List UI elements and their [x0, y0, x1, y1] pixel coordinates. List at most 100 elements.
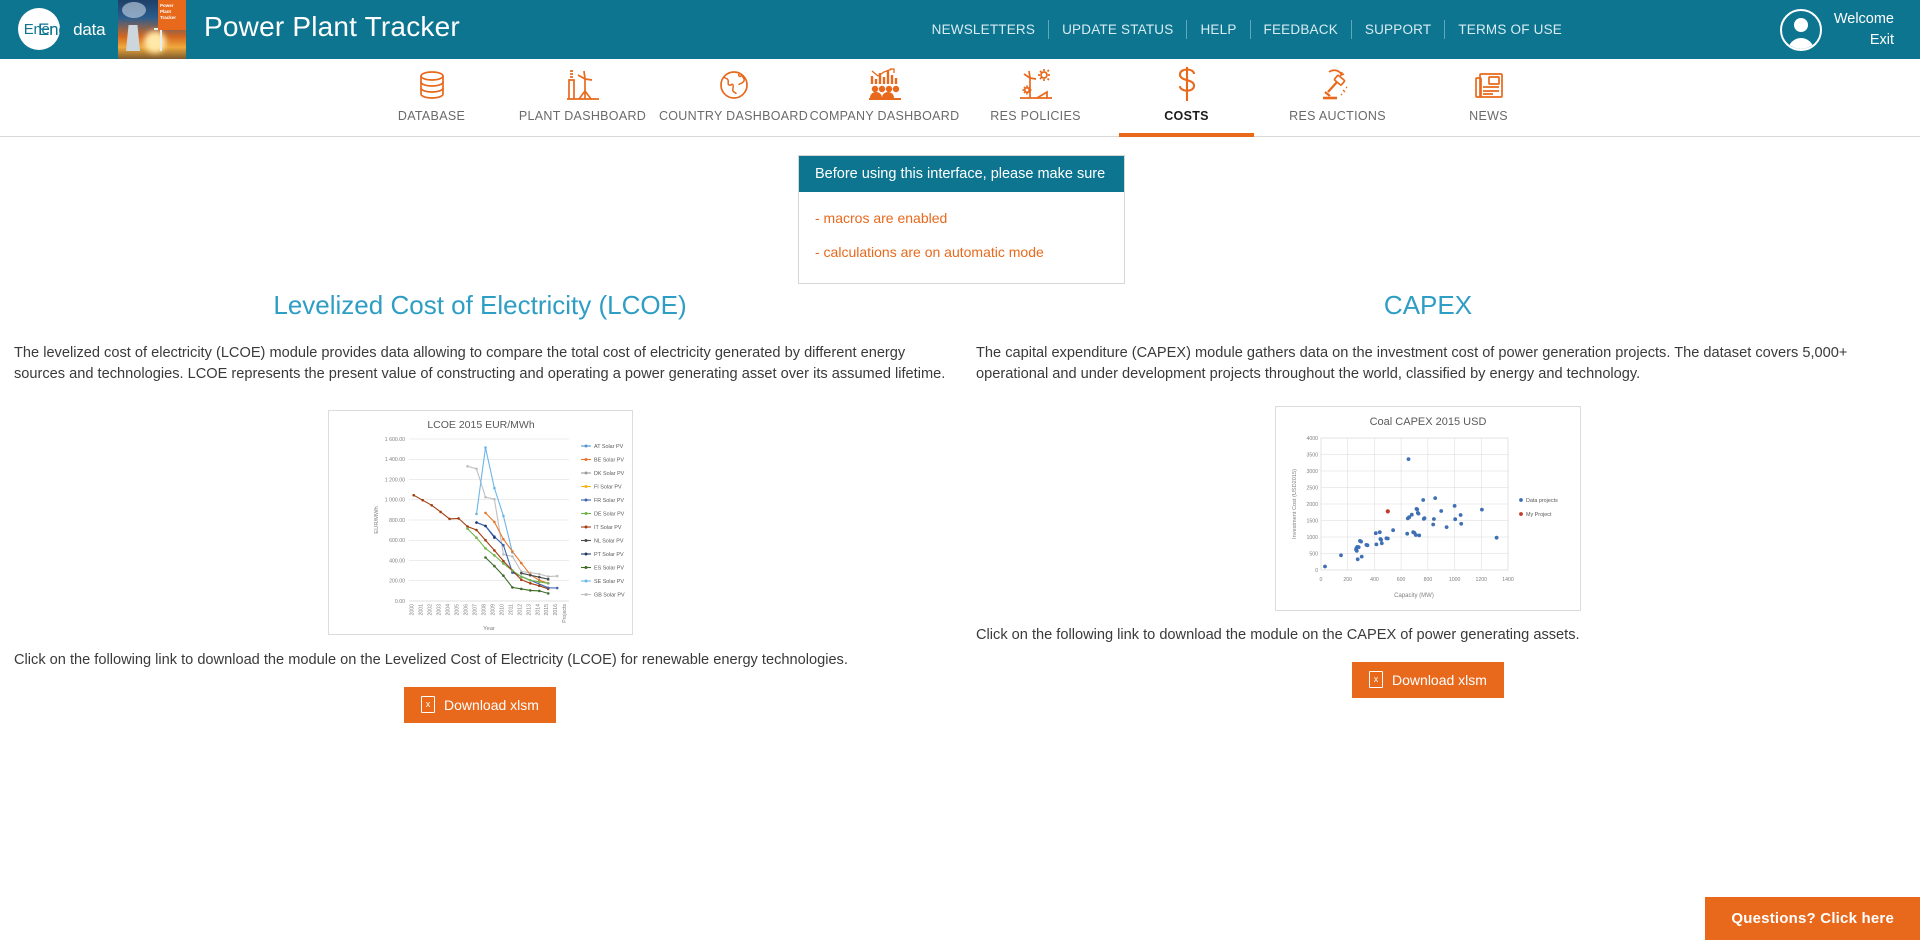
svg-text:800.00: 800.00: [389, 518, 405, 524]
xlsm-file-icon: x: [421, 696, 436, 713]
svg-text:DE Solar PV: DE Solar PV: [594, 512, 625, 518]
header-link-update-status[interactable]: UPDATE STATUS: [1049, 22, 1186, 37]
capex-chart: Coal CAPEX 2015 USD 4000 3500 3000 2500 …: [1275, 406, 1581, 611]
enerdata-logo-circle[interactable]: Ener: [18, 8, 60, 50]
svg-text:NL Solar PV: NL Solar PV: [594, 539, 624, 545]
exit-link[interactable]: Exit: [1870, 30, 1894, 51]
database-icon: [415, 64, 449, 102]
header-link-newsletters[interactable]: NEWSLETTERS: [919, 22, 1048, 37]
notice-body: - macros are enabled - calculations are …: [799, 192, 1124, 283]
notice-line-macros: - macros are enabled: [815, 210, 948, 226]
modules-area: Levelized Cost of Electricity (LCOE) The…: [0, 290, 1920, 723]
lcoe-download-button[interactable]: x Download xlsm: [404, 687, 556, 723]
svg-text:1000: 1000: [1449, 577, 1461, 583]
svg-text:Coal CAPEX 2015 USD: Coal CAPEX 2015 USD: [1370, 416, 1487, 428]
nav-label-news: NEWS: [1469, 109, 1508, 123]
svg-text:2004: 2004: [445, 604, 451, 616]
svg-text:1000: 1000: [1306, 535, 1318, 541]
thumbnail-badge: Power Plant Tracker: [158, 0, 186, 30]
nav-label-plant-dashboard: PLANT DASHBOARD: [518, 109, 647, 123]
nav-label-company-dashboard: COMPANY DASHBOARD: [809, 109, 960, 123]
svg-text:Year: Year: [483, 626, 495, 632]
svg-text:My Project: My Project: [1526, 512, 1552, 518]
svg-text:GB Solar PV: GB Solar PV: [594, 593, 625, 599]
capex-description: The capital expenditure (CAPEX) module g…: [976, 345, 1848, 382]
svg-text:400: 400: [1370, 577, 1379, 583]
nav-item-company-dashboard[interactable]: COMPANY DASHBOARD: [809, 59, 960, 137]
svg-text:2002: 2002: [427, 604, 433, 616]
svg-text:EUR/MWh: EUR/MWh: [374, 506, 380, 533]
svg-text:2006: 2006: [463, 604, 469, 616]
capex-download-label: Download xlsm: [1392, 671, 1487, 688]
svg-text:Capacity (MW): Capacity (MW): [1394, 593, 1434, 599]
svg-text:2013: 2013: [526, 604, 532, 616]
svg-text:1 200.00: 1 200.00: [384, 478, 404, 484]
logo-circle-text: Ener: [23, 20, 55, 38]
svg-text:2010: 2010: [499, 604, 505, 616]
svg-text:1 600.00: 1 600.00: [384, 437, 404, 443]
header-link-support[interactable]: SUPPORT: [1352, 22, 1444, 37]
svg-text:4000: 4000: [1306, 436, 1318, 442]
svg-text:600: 600: [1397, 577, 1406, 583]
nav-item-res-auctions[interactable]: RES AUCTIONS: [1262, 59, 1413, 137]
capex-caption: Click on the following link to download …: [976, 627, 1580, 643]
svg-text:ES Solar PV: ES Solar PV: [594, 566, 624, 572]
svg-text:PT Solar PV: PT Solar PV: [594, 552, 624, 558]
smoke-plume-shape: [122, 2, 146, 18]
app-title: Power Plant Tracker: [204, 11, 460, 42]
nav-item-news[interactable]: NEWS: [1413, 59, 1564, 137]
svg-text:2000: 2000: [409, 604, 415, 616]
svg-text:200.00: 200.00: [389, 579, 405, 585]
lcoe-download-label: Download xlsm: [444, 696, 539, 713]
sun-shape: [144, 31, 166, 53]
lcoe-chart: LCOE 2015 EUR/MWh 1 600.00 1 400.00 1 20…: [327, 410, 633, 635]
top-header-bar: Ener Enerdata Power Plant Tracker Power …: [0, 0, 1920, 59]
avatar-icon[interactable]: [1779, 8, 1822, 51]
avatar-head-shape: [1793, 17, 1808, 32]
wind-turbine-mast-shape: [160, 27, 162, 51]
svg-text:Investment Cost (USD2015): Investment Cost (USD2015): [1292, 469, 1298, 539]
svg-text:0: 0: [1315, 568, 1318, 574]
nav-item-plant-dashboard[interactable]: PLANT DASHBOARD: [507, 59, 658, 137]
welcome-block: Welcome Exit: [1834, 9, 1894, 51]
svg-text:AT Solar PV: AT Solar PV: [594, 444, 624, 450]
svg-text:2009: 2009: [490, 604, 496, 616]
svg-text:0: 0: [1320, 577, 1323, 583]
svg-text:500: 500: [1309, 552, 1318, 558]
svg-text:IT Solar PV: IT Solar PV: [594, 525, 622, 531]
plant-icon: [565, 64, 601, 102]
nav-label-costs: COSTS: [1164, 109, 1209, 123]
lcoe-caption: Click on the following link to download …: [14, 652, 848, 668]
capex-module: CAPEX The capital expenditure (CAPEX) mo…: [960, 290, 1920, 723]
nav-label-res-auctions: RES AUCTIONS: [1289, 109, 1386, 123]
header-link-terms-of-use[interactable]: TERMS OF USE: [1445, 22, 1575, 37]
svg-text:0.00: 0.00: [394, 599, 404, 605]
questions-button[interactable]: Questions? Click here: [1705, 897, 1920, 940]
welcome-label: Welcome: [1833, 10, 1894, 27]
capex-download-button[interactable]: x Download xlsm: [1352, 662, 1504, 698]
svg-text:2000: 2000: [1306, 502, 1318, 508]
nav-label-database: DATABASE: [397, 109, 466, 123]
svg-text:2001: 2001: [418, 604, 424, 616]
avatar-body-shape: [1787, 37, 1814, 49]
svg-text:FI Solar PV: FI Solar PV: [594, 485, 622, 491]
capex-title: CAPEX: [1383, 290, 1473, 320]
company-chart-icon: [867, 64, 903, 102]
renewables-icon: [1018, 64, 1054, 102]
logo-word-suffix: data: [73, 20, 106, 39]
svg-text:Data projects: Data projects: [1526, 498, 1558, 504]
nav-item-costs[interactable]: COSTS: [1111, 59, 1262, 137]
header-link-help[interactable]: HELP: [1187, 22, 1249, 37]
svg-text:3500: 3500: [1306, 453, 1318, 459]
nav-item-country-dashboard[interactable]: COUNTRY DASHBOARD: [658, 59, 809, 137]
nav-item-database[interactable]: DATABASE: [356, 59, 507, 137]
header-link-feedback[interactable]: FEEDBACK: [1251, 22, 1351, 37]
nav-item-res-policies[interactable]: RES POLICIES: [960, 59, 1111, 137]
svg-text:3000: 3000: [1306, 469, 1318, 475]
svg-text:SE Solar PV: SE Solar PV: [594, 579, 624, 585]
lcoe-download-wrap: x Download xlsm: [14, 687, 946, 723]
macro-notice-box: Before using this interface, please make…: [798, 155, 1125, 284]
svg-text:Projects: Projects: [562, 604, 568, 623]
svg-text:1 000.00: 1 000.00: [384, 498, 404, 504]
svg-text:LCOE 2015 EUR/MWh: LCOE 2015 EUR/MWh: [427, 419, 535, 431]
